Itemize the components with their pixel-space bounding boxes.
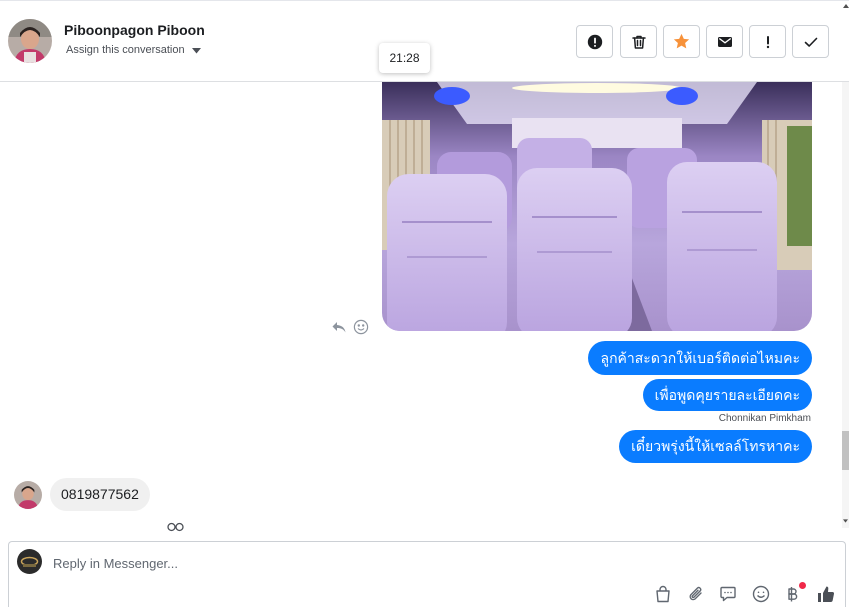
shopping-bag-icon[interactable] (654, 585, 672, 603)
timestamp-tooltip: 21:28 (379, 43, 430, 73)
outgoing-message-bubble[interactable]: ลูกค้าสะดวกให้เบอร์ติดต่อไหมคะ (588, 341, 812, 375)
incoming-message-bubble[interactable]: 0819877562 (50, 478, 150, 511)
delete-button[interactable] (620, 25, 657, 58)
contact-name[interactable]: Piboonpagon Piboon (64, 22, 205, 38)
report-button[interactable] (576, 25, 613, 58)
van-interior-photo[interactable] (382, 82, 812, 331)
report-icon (587, 34, 602, 49)
envelope-icon (717, 36, 732, 47)
star-icon (673, 33, 690, 49)
mark-done-button[interactable] (792, 25, 829, 58)
outgoing-message-bubble[interactable]: เดี๋ยวพรุ่งนี้ให้เซลล์โทรหาคะ (619, 430, 812, 463)
reply-input[interactable] (53, 554, 613, 572)
paperclip-icon[interactable] (687, 585, 705, 603)
assign-label: Assign this conversation (66, 44, 185, 56)
mark-unread-button[interactable] (706, 25, 743, 58)
assign-conversation-dropdown[interactable]: Assign this conversation (66, 44, 201, 57)
react-emoji-icon[interactable] (353, 319, 369, 335)
scroll-up-arrow-icon[interactable] (843, 4, 849, 8)
reply-composer (8, 541, 846, 607)
check-icon (804, 37, 817, 47)
page-avatar (17, 549, 42, 574)
reply-icon[interactable] (331, 319, 347, 335)
seen-indicator-icon (167, 522, 184, 532)
star-button[interactable] (663, 25, 700, 58)
message-thread: ลูกค้าสะดวกให้เบอร์ติดต่อไหมคะ เพื่อพูดค… (0, 82, 842, 533)
thumbs-up-icon[interactable] (816, 584, 836, 604)
trash-icon (631, 35, 646, 49)
contact-avatar[interactable] (8, 19, 52, 63)
scrollbar[interactable] (842, 82, 849, 528)
caret-down-icon (191, 47, 201, 53)
notification-dot (799, 582, 806, 589)
scroll-down-arrow-icon[interactable] (843, 519, 848, 523)
outgoing-message-bubble[interactable]: เพื่อพูดคุยรายละเอียดคะ (642, 379, 812, 411)
spam-button[interactable] (749, 25, 786, 58)
incoming-avatar (14, 481, 42, 509)
scrollbar-thumb[interactable] (842, 431, 849, 470)
exclamation-icon (766, 35, 769, 48)
sender-label: Chonnikan Pimkham (718, 413, 811, 424)
saved-reply-icon[interactable] (719, 585, 737, 603)
emoji-icon[interactable] (752, 585, 770, 603)
